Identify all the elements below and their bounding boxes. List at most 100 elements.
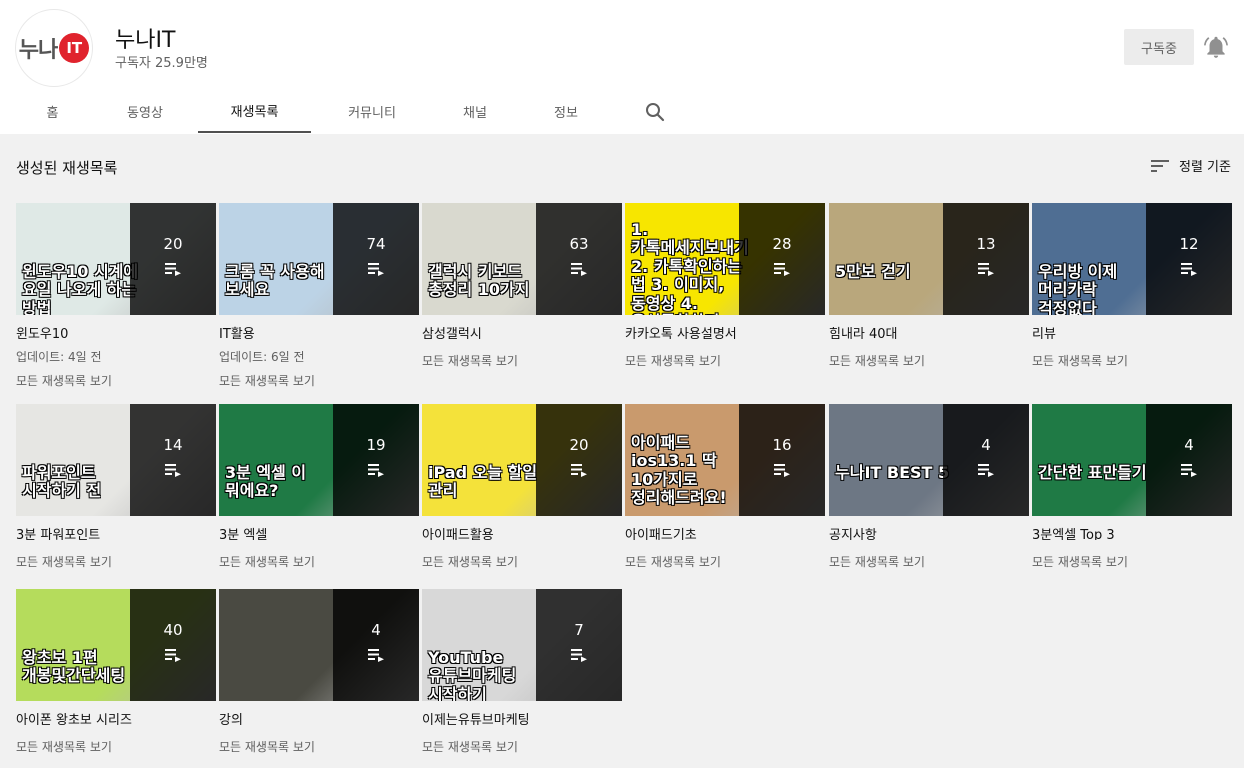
tab-videos[interactable]: 동영상	[110, 89, 180, 133]
tab-about[interactable]: 정보	[541, 89, 591, 133]
view-full-playlist-link[interactable]: 모든 재생목록 보기	[829, 553, 1029, 570]
playlist-play-icon	[165, 261, 181, 276]
playlist-card[interactable]: 갤럭시 키보드 총정리 10가지 63 삼성갤럭시모든 재생목록 보기	[422, 203, 622, 369]
playlist-play-icon	[368, 261, 384, 276]
playlist-thumbnail[interactable]: 파워포인트 시작하기 전 14	[16, 404, 216, 516]
sort-button[interactable]: 정렬 기준	[1150, 156, 1231, 175]
playlist-updated: 업데이트: 4일 전	[16, 350, 102, 364]
playlist-play-icon	[571, 462, 587, 477]
view-full-playlist-link[interactable]: 모든 재생목록 보기	[16, 372, 216, 389]
playlist-title[interactable]: 윈도우10	[16, 323, 216, 339]
tab-community[interactable]: 커뮤니티	[332, 89, 412, 133]
playlist-title[interactable]: 리뷰	[1032, 323, 1232, 339]
view-full-playlist-link[interactable]: 모든 재생목록 보기	[422, 352, 622, 369]
playlist-thumbnail[interactable]: 누나IT BEST 5 4	[829, 404, 1029, 516]
video-count: 20	[163, 235, 183, 253]
playlist-count-overlay: 63	[536, 203, 622, 315]
playlist-play-icon	[165, 647, 181, 662]
playlist-thumbnail[interactable]: 윈도우10 시계에 요일 나오게 하는 방법 20	[16, 203, 216, 315]
view-full-playlist-link[interactable]: 모든 재생목록 보기	[625, 553, 825, 570]
video-count: 12	[1179, 235, 1199, 253]
playlist-title[interactable]: IT활용	[219, 323, 419, 339]
playlist-card[interactable]: 간단한 표만들기 4 3분엑셀 Top 3 모든 재생목록 보기	[1032, 404, 1232, 570]
view-full-playlist-link[interactable]: 모든 재생목록 보기	[16, 553, 216, 570]
playlist-count-overlay: 20	[536, 404, 622, 516]
video-count: 4	[981, 436, 991, 454]
playlist-title[interactable]: 삼성갤럭시	[422, 323, 622, 339]
playlist-count-overlay: 16	[739, 404, 825, 516]
video-count: 40	[163, 621, 183, 639]
playlist-card[interactable]: 우리방 이제 머리카락 걱정없다 12 리뷰모든 재생목록 보기	[1032, 203, 1232, 369]
view-full-playlist-link[interactable]: 모든 재생목록 보기	[422, 553, 622, 570]
playlist-title[interactable]: 힘내라 40대	[829, 323, 1029, 339]
playlist-thumbnail[interactable]: 4	[219, 589, 419, 701]
playlist-card[interactable]: 4 강의모든 재생목록 보기	[219, 589, 419, 755]
thumbnail-text: 크롬 꼭 사용해 보세요	[225, 262, 325, 300]
playlist-title[interactable]: 강의	[219, 709, 419, 725]
playlist-thumbnail[interactable]: iPad 오늘 할일 관리 20	[422, 404, 622, 516]
playlist-play-icon	[1181, 261, 1197, 276]
view-full-playlist-link[interactable]: 모든 재생목록 보기	[1032, 553, 1232, 570]
playlist-thumbnail[interactable]: 우리방 이제 머리카락 걱정없다 12	[1032, 203, 1232, 315]
playlist-card[interactable]: 왕초보 1편 개봉및간단세팅 40 아이폰 왕초보 시리즈모든 재생목록 보기	[16, 589, 216, 755]
notification-bell-icon[interactable]	[1203, 33, 1229, 61]
tab-playlists[interactable]: 재생목록	[198, 89, 311, 133]
search-icon[interactable]	[643, 100, 667, 124]
playlist-card[interactable]: 5만보 걷기 13 힘내라 40대모든 재생목록 보기	[829, 203, 1029, 369]
playlist-thumbnail[interactable]: YouTube 유튜브마케팅 시작하기 7	[422, 589, 622, 701]
playlist-card[interactable]: iPad 오늘 할일 관리 20 아이패드활용모든 재생목록 보기	[422, 404, 622, 570]
playlist-thumbnail[interactable]: 3분 엑셀 이 뭐에요? 19	[219, 404, 419, 516]
playlist-title[interactable]: 3분 엑셀	[219, 524, 419, 540]
tab-channels[interactable]: 채널	[450, 89, 500, 133]
playlist-title[interactable]: 3분엑셀 Top 3	[1032, 524, 1232, 540]
playlist-thumbnail[interactable]: 갤럭시 키보드 총정리 10가지 63	[422, 203, 622, 315]
playlist-play-icon	[978, 261, 994, 276]
playlist-updated: 업데이트: 6일 전	[219, 350, 305, 364]
view-full-playlist-link[interactable]: 모든 재생목록 보기	[219, 372, 419, 389]
playlist-card[interactable]: 누나IT BEST 5 4 공지사항모든 재생목록 보기	[829, 404, 1029, 570]
playlist-count-overlay: 19	[333, 404, 419, 516]
tab-home[interactable]: 홈	[30, 89, 75, 133]
playlist-card[interactable]: 1. 카톡메세지보내기 2. 카톡확인하는 법 3. 이미지,동영상 4.음성통…	[625, 203, 825, 369]
video-count: 20	[569, 436, 589, 454]
playlist-card[interactable]: 아이패드 ios13.1 딱 10가지로 정리해드려요! 16 아이패드기초모든 재…	[625, 404, 825, 570]
thumbnail-text: 1. 카톡메세지보내기 2. 카톡확인하는 법 3. 이미지,동영상 4.음성통…	[631, 220, 749, 315]
playlist-card[interactable]: 3분 엑셀 이 뭐에요? 19 3분 엑셀모든 재생목록 보기	[219, 404, 419, 570]
sort-icon	[1151, 159, 1169, 172]
playlist-title[interactable]: 카카오톡 사용설명서	[625, 323, 825, 339]
video-count: 4	[371, 621, 381, 639]
view-full-playlist-link[interactable]: 모든 재생목록 보기	[219, 553, 419, 570]
view-full-playlist-link[interactable]: 모든 재생목록 보기	[1032, 352, 1232, 369]
playlist-card[interactable]: 파워포인트 시작하기 전 14 3분 파워포인트모든 재생목록 보기	[16, 404, 216, 570]
playlist-thumbnail[interactable]: 왕초보 1편 개봉및간단세팅 40	[16, 589, 216, 701]
playlist-count-overlay: 28	[739, 203, 825, 315]
playlist-thumbnail[interactable]: 5만보 걷기 13	[829, 203, 1029, 315]
thumbnail-text: 간단한 표만들기	[1038, 463, 1147, 482]
playlist-thumbnail[interactable]: 아이패드 ios13.1 딱 10가지로 정리해드려요! 16	[625, 404, 825, 516]
playlist-title[interactable]: 공지사항	[829, 524, 1029, 540]
playlist-thumbnail[interactable]: 1. 카톡메세지보내기 2. 카톡확인하는 법 3. 이미지,동영상 4.음성통…	[625, 203, 825, 315]
playlist-count-overlay: 4	[943, 404, 1029, 516]
playlist-card[interactable]: 크롬 꼭 사용해 보세요 74 IT활용업데이트: 6일 전모든 재생목록 보기	[219, 203, 419, 389]
video-count: 28	[772, 235, 792, 253]
playlist-title[interactable]: 아이패드기초	[625, 524, 825, 540]
thumbnail-text: 누나IT BEST 5	[835, 463, 950, 482]
playlist-title[interactable]: 아이폰 왕초보 시리즈	[16, 709, 216, 725]
view-full-playlist-link[interactable]: 모든 재생목록 보기	[625, 352, 825, 369]
playlist-title[interactable]: 이제는유튜브마케팅	[422, 709, 622, 725]
subscriber-count: 구독자 25.9만명	[115, 56, 208, 71]
channel-tabs: 홈 동영상 재생목록 커뮤니티 채널 정보	[0, 89, 700, 134]
view-full-playlist-link[interactable]: 모든 재생목록 보기	[16, 738, 216, 755]
view-full-playlist-link[interactable]: 모든 재생목록 보기	[219, 738, 419, 755]
playlist-card[interactable]: 윈도우10 시계에 요일 나오게 하는 방법 20 윈도우10 업데이트: 4일 전모…	[16, 203, 216, 389]
view-full-playlist-link[interactable]: 모든 재생목록 보기	[829, 352, 1029, 369]
playlist-thumbnail[interactable]: 간단한 표만들기 4	[1032, 404, 1232, 516]
sort-label: 정렬 기준	[1179, 160, 1231, 175]
view-full-playlist-link[interactable]: 모든 재생목록 보기	[422, 738, 622, 755]
subscribed-button[interactable]: 구독중	[1124, 29, 1194, 65]
playlist-title[interactable]: 3분 파워포인트	[16, 524, 216, 540]
channel-avatar[interactable]: 누나 IT	[15, 9, 93, 87]
playlist-title[interactable]: 아이패드활용	[422, 524, 622, 540]
playlist-thumbnail[interactable]: 크롬 꼭 사용해 보세요 74	[219, 203, 419, 315]
playlist-card[interactable]: YouTube 유튜브마케팅 시작하기 7 이제는유튜브마케팅모든 재생목록 보기	[422, 589, 622, 755]
